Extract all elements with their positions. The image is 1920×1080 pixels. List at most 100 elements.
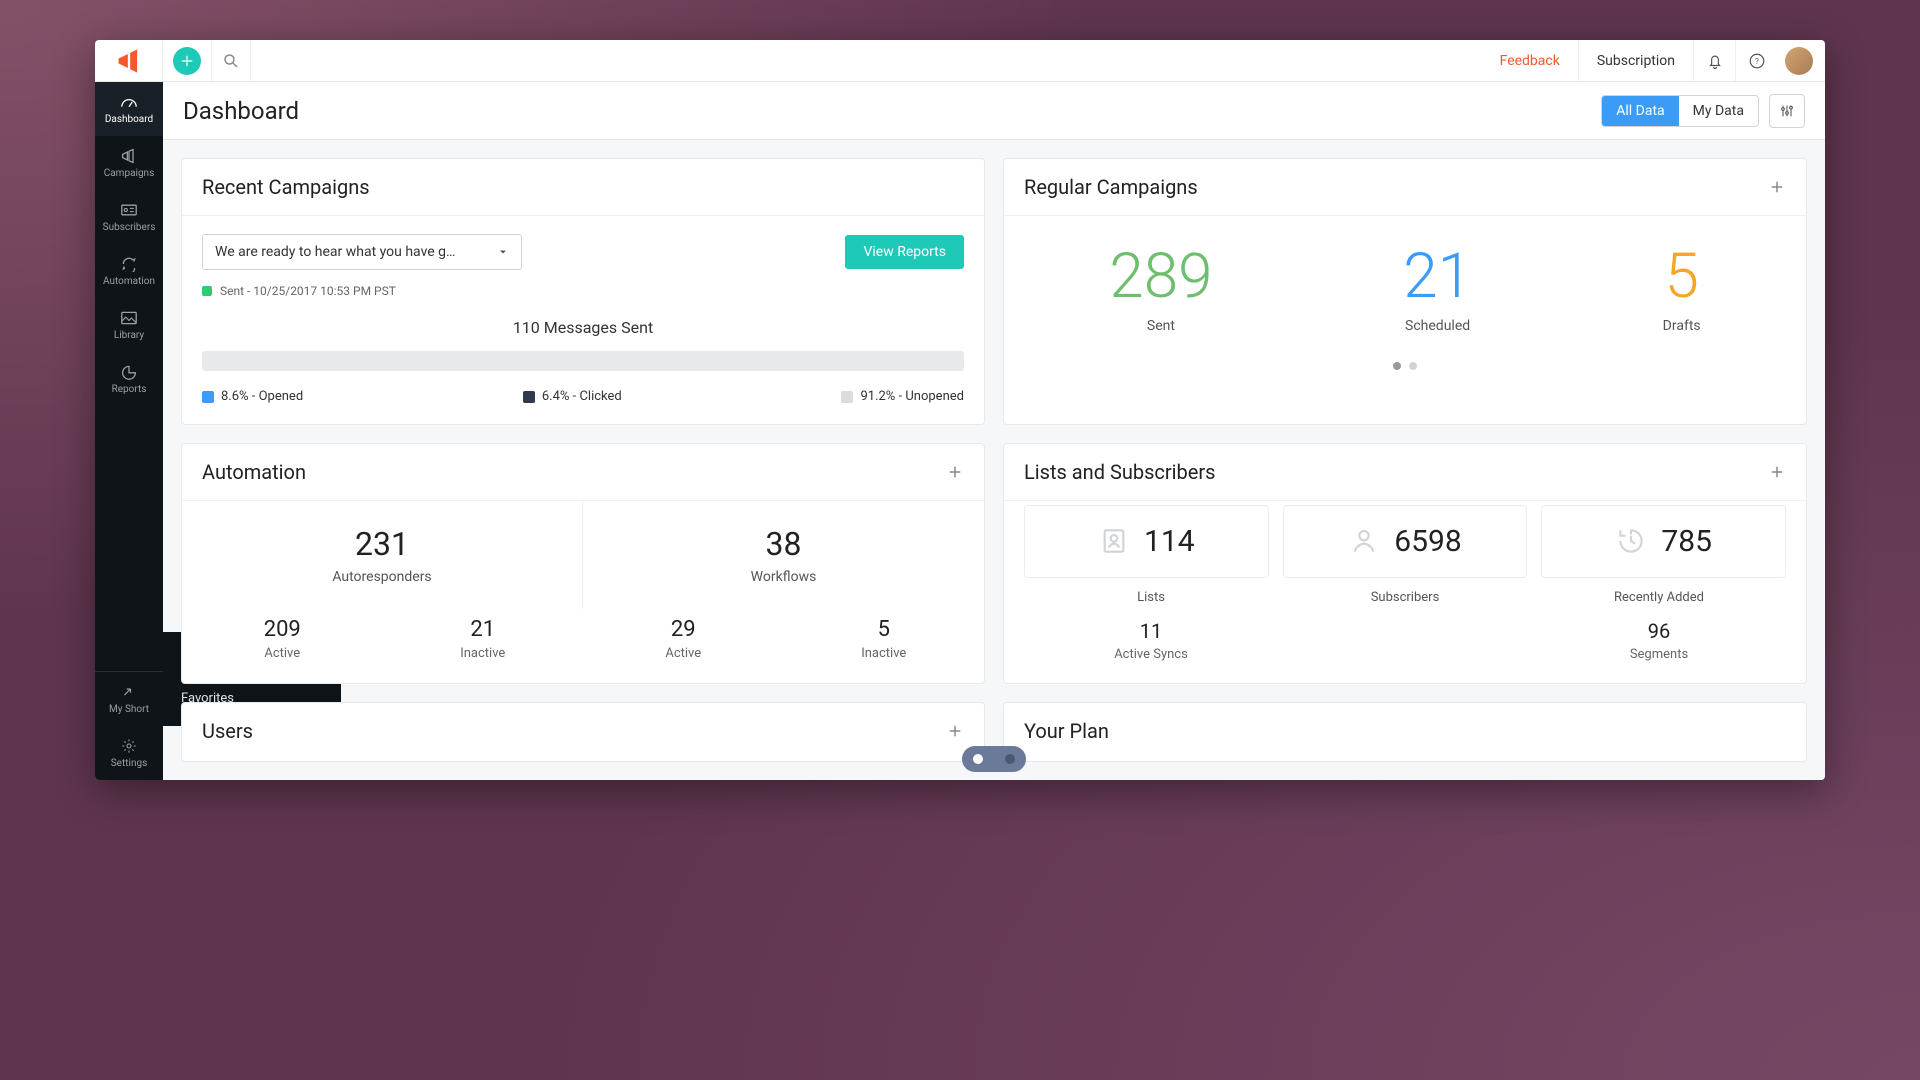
subscribers-count: 6598 (1394, 524, 1461, 559)
your-plan-card: Your Plan (1003, 702, 1807, 762)
add-user[interactable] (946, 722, 964, 740)
lists-count: 114 (1144, 524, 1195, 559)
sidebar-item-reports[interactable]: Reports (95, 352, 163, 406)
search-icon (222, 52, 240, 70)
ar-active-label: Active (182, 646, 383, 661)
sidebar-item-myshort[interactable]: My Short (95, 672, 163, 726)
add-button[interactable] (173, 47, 201, 75)
page-title: Dashboard (183, 97, 299, 125)
legend-clicked: 6.4% - Clicked (542, 389, 622, 404)
sliders-icon (1779, 103, 1795, 119)
active-syncs-count: 11 (1024, 619, 1278, 643)
sidebar-item-automation[interactable]: Automation (95, 244, 163, 298)
legend-opened: 8.6% - Opened (221, 389, 303, 404)
page-header: Dashboard All Data My Data (163, 82, 1825, 140)
recently-added-label: Recently Added (1532, 590, 1786, 605)
page-indicator (962, 746, 1026, 772)
sidebar-item-dashboard[interactable]: Dashboard (95, 82, 163, 136)
regular-campaigns-card: Regular Campaigns 289 Sent 21 Scheduled (1003, 158, 1807, 425)
scheduled-count: 21 (1403, 246, 1472, 308)
recently-added-box: 785 (1541, 505, 1786, 578)
recently-added-count: 785 (1661, 524, 1712, 559)
data-toggle: All Data My Data (1601, 95, 1759, 127)
card-title: Automation (202, 460, 306, 484)
gear-icon (120, 738, 138, 754)
id-card-icon (119, 202, 139, 218)
ar-inactive-count: 21 (383, 617, 584, 642)
sidebar-item-label: Reports (112, 384, 147, 395)
wf-active-label: Active (583, 646, 784, 661)
chevron-down-icon (497, 246, 509, 258)
sidebar-item-label: Settings (111, 758, 148, 769)
sidebar-item-campaigns[interactable]: Campaigns (95, 136, 163, 190)
scheduled-label: Scheduled (1403, 318, 1472, 334)
recent-campaigns-card: Recent Campaigns We are ready to hear wh… (181, 158, 985, 425)
card-title: Your Plan (1024, 719, 1109, 743)
campaign-dropdown[interactable]: We are ready to hear what you have g… (202, 234, 522, 270)
swatch-unopened (841, 391, 853, 403)
workflows-label: Workflows (593, 569, 974, 585)
subscribers-label: Subscribers (1278, 590, 1532, 605)
content-grid: Recent Campaigns We are ready to hear wh… (163, 140, 1825, 780)
sidebar: Dashboard Campaigns Subscribers Automati… (95, 82, 163, 780)
ar-active-count: 209 (182, 617, 383, 642)
card-title: Regular Campaigns (1024, 175, 1198, 199)
search-button[interactable] (211, 40, 251, 81)
image-icon (119, 310, 139, 326)
swatch-clicked (523, 391, 535, 403)
card-title: Recent Campaigns (202, 175, 370, 199)
add-regular-campaign[interactable] (1768, 178, 1786, 196)
person-icon (1348, 525, 1380, 557)
wf-inactive-count: 5 (784, 617, 985, 642)
cycle-icon (119, 256, 139, 272)
legend-unopened: 91.2% - Unopened (860, 389, 964, 404)
logo[interactable] (95, 40, 163, 81)
add-automation[interactable] (946, 463, 964, 481)
segments-count: 96 (1532, 619, 1786, 643)
avatar[interactable] (1785, 47, 1813, 75)
sidebar-item-subscribers[interactable]: Subscribers (95, 190, 163, 244)
active-syncs-label: Active Syncs (1024, 647, 1278, 662)
workflows-count: 38 (593, 525, 974, 563)
card-title: Lists and Subscribers (1024, 460, 1215, 484)
sidebar-item-label: Automation (103, 276, 155, 287)
sidebar-item-label: Campaigns (104, 168, 155, 179)
filter-button[interactable] (1769, 94, 1805, 128)
sent-status: Sent - 10/25/2017 10:53 PM PST (220, 284, 396, 298)
megaphone-icon (119, 148, 139, 164)
progress-bar (202, 351, 964, 371)
add-list[interactable] (1768, 463, 1786, 481)
drafts-count: 5 (1663, 246, 1701, 308)
history-icon (1615, 525, 1647, 557)
help-icon: ? (1748, 52, 1766, 70)
sidebar-item-label: My Short (109, 704, 149, 715)
page-dot-1[interactable] (973, 754, 983, 764)
wf-inactive-label: Inactive (784, 646, 985, 661)
sidebar-item-settings[interactable]: Settings (95, 726, 163, 780)
sent-count: 289 (1109, 246, 1212, 308)
swatch-opened (202, 391, 214, 403)
subscribers-box: 6598 (1283, 505, 1528, 578)
toggle-all-data[interactable]: All Data (1602, 96, 1678, 126)
feedback-link[interactable]: Feedback (1482, 53, 1578, 69)
dot-2[interactable] (1409, 362, 1417, 370)
sidebar-item-library[interactable]: Library (95, 298, 163, 352)
view-reports-button[interactable]: View Reports (845, 235, 964, 269)
status-dot (202, 286, 212, 296)
dropdown-label: We are ready to hear what you have g… (215, 244, 455, 260)
ar-inactive-label: Inactive (383, 646, 584, 661)
notifications-button[interactable] (1693, 40, 1735, 81)
toggle-my-data[interactable]: My Data (1679, 96, 1758, 126)
segments-label: Segments (1532, 647, 1786, 662)
help-button[interactable]: ? (1735, 40, 1777, 81)
subscription-link[interactable]: Subscription (1578, 40, 1693, 81)
lists-label: Lists (1024, 590, 1278, 605)
autoresponders-count: 231 (192, 525, 572, 563)
page-dot-2[interactable] (1005, 754, 1015, 764)
dot-1[interactable] (1393, 362, 1401, 370)
sidebar-item-label: Subscribers (103, 222, 156, 233)
card-title: Users (202, 719, 253, 743)
megaphone-icon (115, 47, 143, 75)
lists-subscribers-card: Lists and Subscribers 114 6598 (1003, 443, 1807, 685)
main: Dashboard All Data My Data Recent Campai… (163, 82, 1825, 780)
